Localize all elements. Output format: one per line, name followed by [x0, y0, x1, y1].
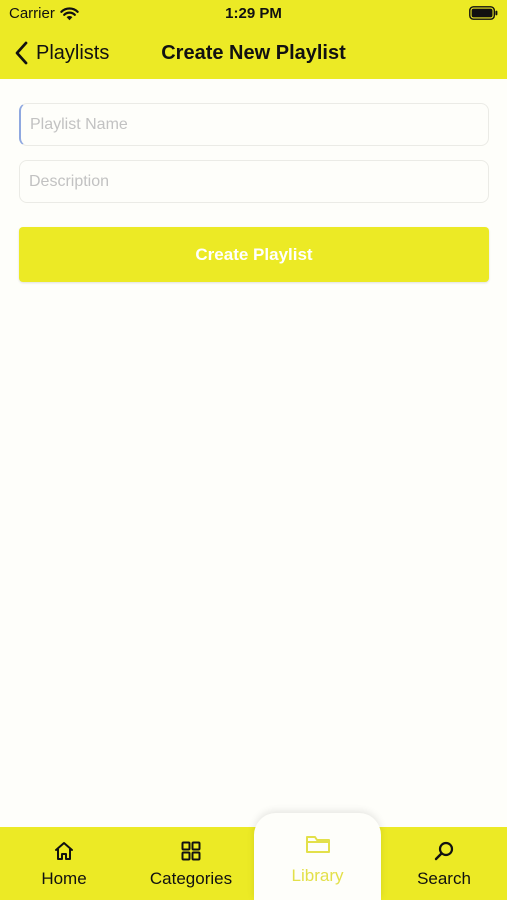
- folder-icon: [305, 836, 330, 853]
- battery-icon: [469, 6, 498, 20]
- magnifier-icon: [434, 841, 454, 861]
- house-icon: [55, 842, 73, 860]
- tab-search[interactable]: Search: [394, 827, 494, 900]
- playlist-name-input[interactable]: [19, 103, 489, 146]
- create-playlist-form: Create Playlist: [19, 103, 489, 282]
- nav-bar: Playlists Create New Playlist: [0, 28, 507, 78]
- tab-home[interactable]: Home: [14, 827, 114, 900]
- status-time: 1:29 PM: [225, 5, 282, 22]
- tab-library-label: Library: [291, 866, 344, 885]
- header: Carrier 1:29 PM Playlists Create New Pla…: [0, 0, 507, 79]
- status-bar: Carrier 1:29 PM: [0, 0, 507, 28]
- tab-categories-label: Categories: [149, 869, 233, 888]
- tab-library[interactable]: Library: [254, 813, 381, 900]
- tab-home-label: Home: [41, 869, 87, 888]
- create-playlist-button[interactable]: Create Playlist: [19, 227, 489, 282]
- page-title: Create New Playlist: [161, 42, 346, 64]
- tab-search-label: Search: [417, 869, 471, 888]
- description-input[interactable]: [19, 160, 489, 203]
- tab-categories[interactable]: Categories: [136, 827, 246, 900]
- grid-icon: [181, 841, 201, 861]
